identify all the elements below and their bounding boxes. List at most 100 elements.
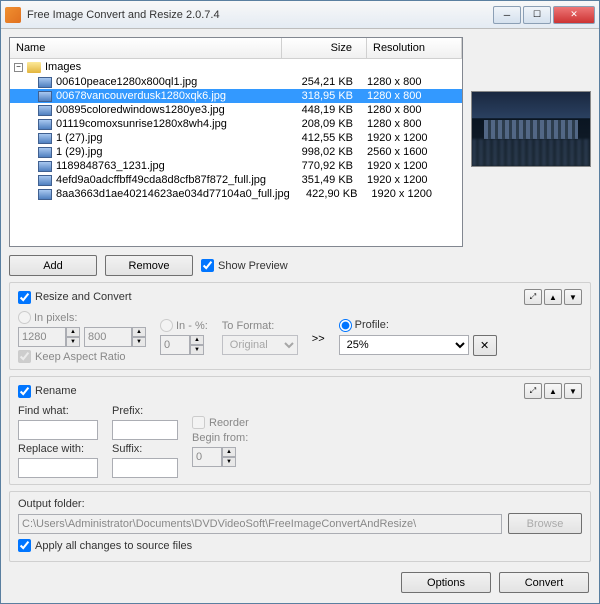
- delete-profile-button[interactable]: ✕: [473, 335, 497, 356]
- image-file-icon: [38, 105, 52, 116]
- height-input[interactable]: ▲▼: [84, 327, 146, 347]
- file-row[interactable]: 00678vancouverdusk1280xqk6.jpg 318,95 KB1…: [10, 89, 462, 103]
- file-resolution: 1280 x 800: [367, 104, 462, 116]
- in-pixels-radio[interactable]: In pixels:: [18, 311, 146, 324]
- file-size: 422,90 KB: [290, 188, 372, 200]
- options-button[interactable]: Options: [401, 572, 491, 593]
- prefix-input[interactable]: [112, 420, 178, 440]
- file-name: 1189848763_1231.jpg: [56, 160, 165, 172]
- file-row[interactable]: 01119comoxsunrise1280x8wh4.jpg 208,09 KB1…: [10, 117, 462, 131]
- file-resolution: 2560 x 1600: [367, 146, 462, 158]
- file-resolution: 1280 x 800: [367, 76, 462, 88]
- image-file-icon: [38, 133, 52, 144]
- suffix-input[interactable]: [112, 458, 178, 478]
- preview-pane: [471, 37, 591, 247]
- file-row[interactable]: 00610peace1280x800ql1.jpg254,21 KB1280 x…: [10, 75, 462, 89]
- file-resolution: 1280 x 800: [367, 118, 462, 130]
- rename-checkbox[interactable]: [18, 385, 31, 398]
- profile-select[interactable]: 25%: [339, 335, 469, 355]
- browse-button[interactable]: Browse: [508, 513, 582, 534]
- begin-label: Begin from:: [192, 432, 249, 444]
- file-name: 00678vancouverdusk1280xqk6.jpg: [56, 90, 226, 102]
- show-preview-checkbox[interactable]: Show Preview: [201, 259, 288, 272]
- file-name: 1 (27).jpg: [56, 132, 102, 144]
- resize-checkbox[interactable]: [18, 291, 31, 304]
- find-label: Find what:: [18, 405, 98, 417]
- show-preview-input[interactable]: [201, 259, 214, 272]
- header-name[interactable]: Name: [10, 38, 282, 58]
- maximize-button[interactable]: ☐: [523, 6, 551, 24]
- file-size: 208,09 KB: [282, 118, 367, 130]
- section-up-icon[interactable]: ▲: [544, 289, 562, 305]
- file-name: 00895coloredwindows1280ye3.jpg: [56, 104, 225, 116]
- add-button[interactable]: Add: [9, 255, 97, 276]
- width-input[interactable]: ▲▼: [18, 327, 80, 347]
- begin-input[interactable]: ▲▼: [192, 447, 249, 467]
- output-label: Output folder:: [18, 498, 85, 510]
- section-down-icon[interactable]: ▼: [564, 289, 582, 305]
- show-preview-label: Show Preview: [218, 260, 288, 272]
- file-name: 01119comoxsunrise1280x8wh4.jpg: [56, 118, 227, 130]
- file-row[interactable]: 1189848763_1231.jpg 770,92 KB1920 x 1200: [10, 159, 462, 173]
- file-row[interactable]: 1 (29).jpg998,02 KB2560 x 1600: [10, 145, 462, 159]
- folder-root[interactable]: − Images: [10, 59, 462, 75]
- prefix-label: Prefix:: [112, 405, 178, 417]
- file-row[interactable]: 4efd9a0adcffbff49cda8d8cfb87f872_full.jp…: [10, 173, 462, 187]
- replace-input[interactable]: [18, 458, 98, 478]
- section-expand-icon[interactable]: ⤢: [524, 383, 542, 399]
- image-file-icon: [38, 91, 52, 102]
- file-row[interactable]: 1 (27).jpg412,55 KB1920 x 1200: [10, 131, 462, 145]
- file-resolution: 1920 x 1200: [367, 160, 462, 172]
- file-row[interactable]: 8aa3663d1ae40214623ae034d77104a0_full.jp…: [10, 187, 462, 201]
- resize-section: Resize and Convert ⤢ ▲ ▼ In pixels: ▲▼: [9, 282, 591, 370]
- file-size: 351,49 KB: [282, 174, 367, 186]
- find-input[interactable]: [18, 420, 98, 440]
- image-file-icon: [38, 119, 52, 130]
- file-size: 998,02 KB: [282, 146, 367, 158]
- output-path[interactable]: [18, 514, 502, 534]
- file-size: 770,92 KB: [282, 160, 367, 172]
- remove-button[interactable]: Remove: [105, 255, 193, 276]
- replace-label: Replace with:: [18, 443, 98, 455]
- file-size: 318,95 KB: [282, 90, 367, 102]
- app-window: Free Image Convert and Resize 2.0.7.4 ─ …: [0, 0, 600, 604]
- image-file-icon: [38, 175, 52, 186]
- resize-toggle[interactable]: Resize and Convert: [18, 291, 524, 304]
- list-header: Name Size Resolution: [10, 38, 462, 59]
- header-resolution[interactable]: Resolution: [367, 38, 462, 58]
- folder-label: Images: [45, 61, 81, 73]
- collapse-icon[interactable]: −: [14, 63, 23, 72]
- file-resolution: 1280 x 800: [367, 90, 462, 102]
- header-size[interactable]: Size: [282, 38, 367, 58]
- file-name: 00610peace1280x800ql1.jpg: [56, 76, 197, 88]
- in-percent-radio[interactable]: In - %:: [160, 319, 208, 332]
- titlebar: Free Image Convert and Resize 2.0.7.4 ─ …: [1, 1, 599, 29]
- folder-icon: [27, 62, 41, 73]
- window-title: Free Image Convert and Resize 2.0.7.4: [27, 9, 493, 21]
- percent-input[interactable]: ▲▼: [160, 335, 208, 355]
- file-row[interactable]: 00895coloredwindows1280ye3.jpg448,19 KB1…: [10, 103, 462, 117]
- file-name: 4efd9a0adcffbff49cda8d8cfb87f872_full.jp…: [56, 174, 266, 186]
- section-down-icon[interactable]: ▼: [564, 383, 582, 399]
- rename-toggle[interactable]: Rename: [18, 385, 524, 398]
- suffix-label: Suffix:: [112, 443, 178, 455]
- image-file-icon: [38, 189, 52, 200]
- apply-all-checkbox[interactable]: Apply all changes to source files: [18, 539, 192, 552]
- window-controls: ─ ☐ ✕: [493, 6, 595, 24]
- format-select[interactable]: Original: [222, 335, 298, 355]
- section-up-icon[interactable]: ▲: [544, 383, 562, 399]
- rename-section: Rename ⤢ ▲ ▼ Find what: Replace with: Pr…: [9, 376, 591, 485]
- section-expand-icon[interactable]: ⤢: [524, 289, 542, 305]
- minimize-button[interactable]: ─: [493, 6, 521, 24]
- file-resolution: 1920 x 1200: [367, 132, 462, 144]
- output-section: Output folder: Browse Apply all changes …: [9, 491, 591, 562]
- list-button-row: Add Remove Show Preview: [9, 255, 591, 276]
- keep-ratio-checkbox[interactable]: Keep Aspect Ratio: [18, 350, 146, 363]
- reorder-checkbox[interactable]: Reorder: [192, 416, 249, 429]
- content-area: Name Size Resolution − Images 00610peace12…: [1, 29, 599, 603]
- preview-image: [471, 91, 591, 167]
- file-list[interactable]: Name Size Resolution − Images 00610peace12…: [9, 37, 463, 247]
- close-button[interactable]: ✕: [553, 6, 595, 24]
- convert-button[interactable]: Convert: [499, 572, 589, 593]
- profile-radio[interactable]: Profile:: [339, 319, 497, 332]
